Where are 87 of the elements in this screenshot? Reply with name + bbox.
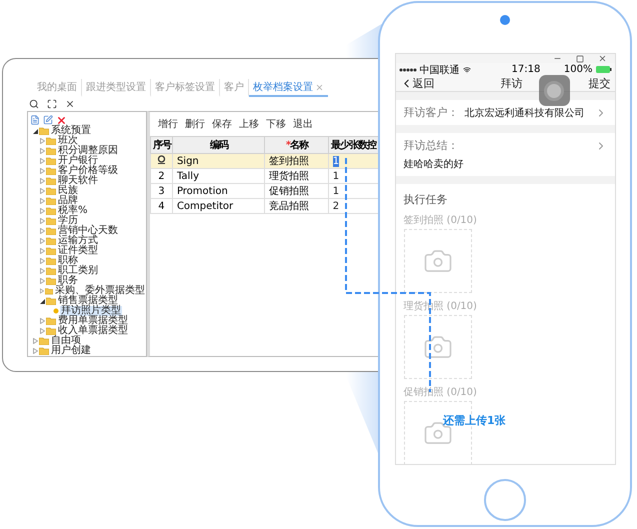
column-header: 编码 (172, 136, 265, 154)
collapsed-arrow-icon[interactable] (40, 168, 45, 174)
collapsed-arrow-icon[interactable] (40, 148, 45, 154)
collapsed-arrow-icon[interactable] (40, 318, 45, 324)
field-label: 拜访客户： (404, 105, 458, 120)
edit-icon[interactable] (43, 115, 53, 125)
column-header: *名称 (264, 136, 328, 154)
page-title: 拜访 (500, 76, 522, 91)
floating-button[interactable] (538, 75, 570, 106)
collapsed-arrow-icon[interactable] (33, 338, 38, 344)
home-button[interactable] (484, 479, 526, 521)
collapsed-arrow-icon[interactable] (40, 238, 45, 244)
collapsed-arrow-icon[interactable] (40, 188, 45, 194)
collapsed-arrow-icon[interactable] (40, 228, 45, 234)
search-icon[interactable] (29, 99, 39, 109)
toolbar-action[interactable]: 删行 (185, 117, 205, 131)
tree-item[interactable]: 自由项 (50, 336, 82, 346)
toolbar-action[interactable]: 上移 (239, 117, 259, 131)
delete-icon[interactable] (56, 114, 67, 126)
tree-item[interactable]: 学历 (57, 216, 79, 226)
tree-item[interactable]: 费用单票据类型 (57, 316, 129, 326)
collapsed-arrow-icon[interactable] (40, 138, 45, 144)
tree-item[interactable]: 职工类别 (57, 266, 99, 276)
camera-icon (500, 15, 510, 25)
tree-item[interactable]: 税率% (57, 206, 89, 216)
close-icon[interactable] (598, 54, 606, 63)
tree-item[interactable]: 证件类型 (57, 246, 99, 256)
tab[interactable]: 枚举档案设置 (249, 79, 328, 97)
collapsed-arrow-icon[interactable] (40, 328, 45, 334)
photo-upload-box[interactable] (404, 315, 472, 379)
tree-item[interactable]: 班次 (57, 136, 79, 146)
collapsed-arrow-icon[interactable] (40, 178, 45, 184)
submit-button[interactable]: 提交 (588, 76, 610, 91)
collapsed-arrow-icon[interactable] (40, 278, 45, 284)
row-number-cell: 4 (150, 198, 172, 214)
new-document-icon[interactable] (30, 115, 40, 125)
toolbar-action[interactable]: 退出 (293, 117, 313, 131)
collapsed-arrow-icon[interactable] (40, 218, 45, 224)
signal-icon (398, 68, 416, 72)
tree-item[interactable]: 拜访照片类型 (60, 306, 122, 316)
column-header: 序号 (150, 136, 172, 154)
tree-item[interactable]: 聊天软件 (57, 176, 99, 186)
tree-item[interactable]: 营销中心天数 (57, 226, 119, 236)
customer-name: 北京宏远利通科技有限公司 (464, 106, 584, 120)
tree-item[interactable]: 开户银行 (57, 156, 99, 166)
collapsed-arrow-icon[interactable] (40, 248, 45, 254)
photo-upload-box[interactable] (404, 229, 472, 293)
close-icon[interactable] (65, 99, 75, 109)
tree-item[interactable]: 采购、委外票据类型 (54, 286, 146, 296)
tree-item[interactable]: 系统预置 (50, 126, 92, 136)
tree-item[interactable]: 积分调整原因 (57, 146, 119, 156)
carrier-text: 中国联通 (420, 64, 460, 76)
task-label: 签到拍照 (0/10) (404, 214, 478, 227)
battery-icon (596, 66, 612, 73)
tree-item[interactable]: 民族 (57, 186, 79, 196)
collapsed-arrow-icon[interactable] (40, 258, 45, 264)
task-label: 促销拍照 (0/10) (404, 386, 478, 399)
current-row-icon (156, 155, 166, 164)
expanded-arrow-icon[interactable] (40, 298, 45, 304)
collapsed-arrow-icon[interactable] (40, 268, 45, 274)
maximize-icon[interactable] (576, 54, 584, 62)
tree-item[interactable]: 客户价格等级 (57, 166, 119, 176)
tree-item[interactable]: 职称 (57, 256, 79, 266)
tree-item[interactable]: 职务 (57, 276, 79, 286)
tree-item[interactable]: 用户创建 (50, 346, 92, 356)
table-cell: Competitor (172, 198, 265, 214)
tree-item[interactable]: 品牌 (57, 196, 79, 206)
battery-percent: 100% (564, 64, 592, 75)
back-button[interactable]: 返回 (400, 76, 434, 91)
tree-item[interactable]: 收入单票据类型 (57, 326, 129, 336)
collapsed-arrow-icon[interactable] (40, 288, 44, 294)
collapsed-arrow-icon[interactable] (40, 158, 45, 164)
status-time: 17:18 (512, 64, 540, 75)
tree-item[interactable]: 销售票据类型 (57, 296, 119, 306)
annotation-text: 还需上传1张 (443, 413, 506, 428)
tree-item[interactable]: 运输方式 (57, 236, 99, 246)
collapsed-arrow-icon[interactable] (40, 208, 45, 214)
toolbar-action[interactable]: 下移 (266, 117, 286, 131)
toolbar-action[interactable]: 增行 (158, 117, 178, 131)
expanded-arrow-icon[interactable] (33, 128, 38, 134)
wifi-icon (462, 66, 470, 74)
collapsed-arrow-icon[interactable] (40, 198, 45, 204)
expand-icon[interactable] (47, 99, 57, 109)
collapsed-arrow-icon[interactable] (33, 348, 38, 354)
table-cell: 竞品拍照 (264, 198, 328, 214)
dot-icon (53, 308, 59, 314)
toolbar-action[interactable]: 保存 (212, 117, 232, 131)
